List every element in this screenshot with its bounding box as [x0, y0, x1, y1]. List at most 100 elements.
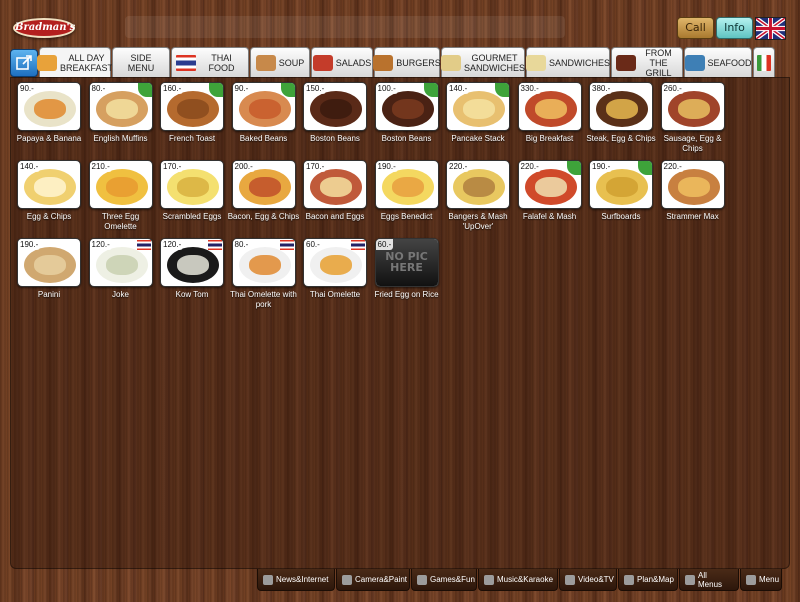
bottom-menu-button[interactable]: Menu	[740, 569, 782, 591]
price-tag: 220.-	[518, 161, 541, 172]
menu-item[interactable]: NO PIC HERE 60.- Fried Egg on Rice	[374, 238, 439, 312]
menu-item[interactable]: 80.- English Muffins	[88, 82, 153, 156]
menu-item-photo[interactable]: 150.-	[303, 82, 367, 131]
menu-item-photo[interactable]: 380.-	[589, 82, 653, 131]
menu-item-photo[interactable]: 90.-	[231, 82, 296, 131]
menu-item[interactable]: 150.- Boston Beans	[303, 82, 367, 156]
menu-item-name: Kow Tom	[175, 290, 209, 299]
bottom-all-menus-button[interactable]: All Menus	[679, 569, 739, 591]
bottom-video-tv-button[interactable]: Video&TV	[559, 569, 617, 591]
menu-item-photo[interactable]: 200.-	[231, 160, 296, 209]
tab-from-the-grill[interactable]: FROM THE GRILL	[611, 47, 683, 78]
globe-icon	[624, 574, 634, 585]
menu-item[interactable]: 190.- Eggs Benedict	[374, 160, 439, 234]
call-button[interactable]: Call	[677, 17, 714, 39]
price-tag: 90.-	[232, 83, 251, 94]
food-image-detail	[34, 99, 66, 119]
menu-item-photo[interactable]: 160.-	[160, 82, 224, 131]
menu-item[interactable]: 170.- Bacon and Eggs	[303, 160, 367, 234]
food-image-detail	[677, 99, 710, 119]
menu-item-photo[interactable]: 100.-	[374, 82, 439, 131]
tab-label: ALL DAY BREAKFAST	[60, 52, 114, 73]
menu-item[interactable]: 160.- French Toast	[160, 82, 224, 156]
bottom-news-internet-button[interactable]: News&Internet	[257, 569, 335, 591]
menu-item[interactable]: 220.- Falafel & Mash	[517, 160, 582, 234]
menu-item[interactable]: 120.- Kow Tom	[160, 238, 224, 312]
food-image-detail	[320, 99, 352, 119]
price-tag: 220.-	[661, 161, 684, 172]
menu-item-photo[interactable]: 330.-	[517, 82, 582, 131]
menu-item-photo[interactable]: 190.-	[374, 160, 439, 209]
menu-item-name: French Toast	[168, 134, 216, 143]
menu-item[interactable]: 190.- Panini	[17, 238, 81, 312]
menu-item-photo[interactable]: NO PIC HERE 60.-	[374, 238, 439, 287]
menu-item-photo[interactable]: 210.-	[88, 160, 153, 209]
menu-item-name: Joke	[112, 290, 129, 299]
price-tag: 170.-	[161, 161, 184, 172]
menu-item[interactable]: 330.- Big Breakfast	[517, 82, 582, 156]
uk-flag-icon[interactable]	[755, 17, 786, 40]
burger-icon	[373, 54, 394, 71]
menu-item-photo[interactable]: 60.-	[303, 238, 367, 287]
menu-item-photo[interactable]: 90.-	[17, 82, 81, 131]
tab-thai-food[interactable]: THAI FOOD	[171, 47, 249, 77]
menu-item[interactable]: 140.- Pancake Stack	[446, 82, 510, 156]
menu-item[interactable]: 100.- Boston Beans	[374, 82, 439, 156]
tab-gourmet-sandwiches[interactable]: GOURMET SANDWICHES	[441, 47, 525, 77]
menu-item-photo[interactable]: 80.-	[231, 238, 296, 287]
menu-item-photo[interactable]: 140.-	[17, 160, 81, 209]
menu-item[interactable]: 90.- Papaya & Banana	[17, 82, 81, 156]
food-image-detail	[606, 177, 638, 197]
menu-item-name: Falafel & Mash	[522, 212, 577, 221]
menu-item-photo[interactable]: 140.-	[446, 82, 510, 131]
home-button[interactable]	[10, 49, 38, 77]
bottom-camera-paint-button[interactable]: Camera&Paint	[336, 569, 410, 591]
bottom-button-label: Video&TV	[578, 575, 614, 584]
menu-item-photo[interactable]: 80.-	[88, 82, 153, 131]
food-image-detail	[320, 255, 352, 275]
sandwich-icon	[441, 54, 461, 71]
bottom-plan-map-button[interactable]: Plan&Map	[618, 569, 678, 591]
menu-item-photo[interactable]: 260.-	[660, 82, 725, 131]
tab-salads[interactable]: SALADS	[311, 47, 373, 77]
tab-soup[interactable]: SOUP	[250, 47, 310, 77]
menu-item-photo[interactable]: 120.-	[88, 238, 153, 287]
menu-item[interactable]: 380.- Steak, Egg & Chips	[586, 82, 656, 156]
menu-item[interactable]: 190.- Surfboards	[589, 160, 653, 234]
menu-item-name: Papaya & Banana	[16, 134, 82, 143]
tab-side-menu[interactable]: SIDE MENU	[112, 47, 170, 77]
menu-item-photo[interactable]: 170.-	[303, 160, 367, 209]
price-tag: 120.-	[161, 239, 184, 250]
menu-item[interactable]: 210.- Three Egg Omelette	[88, 160, 153, 234]
menu-item[interactable]: 90.- Baked Beans	[231, 82, 296, 156]
bottom-games-fun-button[interactable]: Games&Fun	[411, 569, 477, 591]
menu-item[interactable]: 170.- Scrambled Eggs	[160, 160, 224, 234]
menu-item[interactable]: 140.- Egg & Chips	[17, 160, 81, 234]
menu-item[interactable]: 60.- Thai Omelette	[303, 238, 367, 312]
menu-item[interactable]: 200.- Bacon, Egg & Chips	[228, 160, 299, 234]
menu-item-name: Bacon and Eggs	[305, 212, 365, 221]
menu-item-photo[interactable]: 190.-	[589, 160, 653, 209]
menu-item-photo[interactable]: 220.-	[517, 160, 582, 209]
menu-item-photo[interactable]: 220.-	[446, 160, 510, 209]
menu-item-photo[interactable]: 190.-	[17, 238, 81, 287]
menu-item[interactable]: 220.- Bangers & Mash 'UpOver'	[446, 160, 510, 234]
menu-item[interactable]: 80.- Thai Omelette with pork	[230, 238, 297, 312]
menu-item-photo[interactable]: 170.-	[160, 160, 224, 209]
menu-item[interactable]: 120.- Joke	[88, 238, 153, 312]
price-tag: 80.-	[89, 83, 108, 94]
menu-items-panel: 90.- Papaya & Banana 80.- English Muffins 16…	[10, 77, 790, 569]
tab-all-day-breakfast[interactable]: ALL DAY BREAKFAST	[37, 47, 114, 77]
menu-item[interactable]: 220.- Strammer Max	[660, 160, 725, 234]
info-button[interactable]: Info	[716, 17, 753, 39]
tab-burgers[interactable]: BURGERS	[373, 47, 441, 77]
bottom-music-karaoke-button[interactable]: Music&Karaoke	[478, 569, 558, 591]
tab-italian[interactable]	[753, 47, 775, 77]
menu-item-photo[interactable]: 120.-	[160, 238, 224, 287]
tab-sandwiches[interactable]: SANDWICHES	[526, 47, 610, 77]
menu-item-photo[interactable]: 220.-	[660, 160, 725, 209]
tab-seafood[interactable]: SEAFOOD	[684, 47, 752, 77]
salad-icon	[312, 54, 333, 71]
menu-item[interactable]: 260.- Sausage, Egg & Chips	[660, 82, 725, 156]
menu-item-name: Three Egg Omelette	[101, 212, 140, 231]
